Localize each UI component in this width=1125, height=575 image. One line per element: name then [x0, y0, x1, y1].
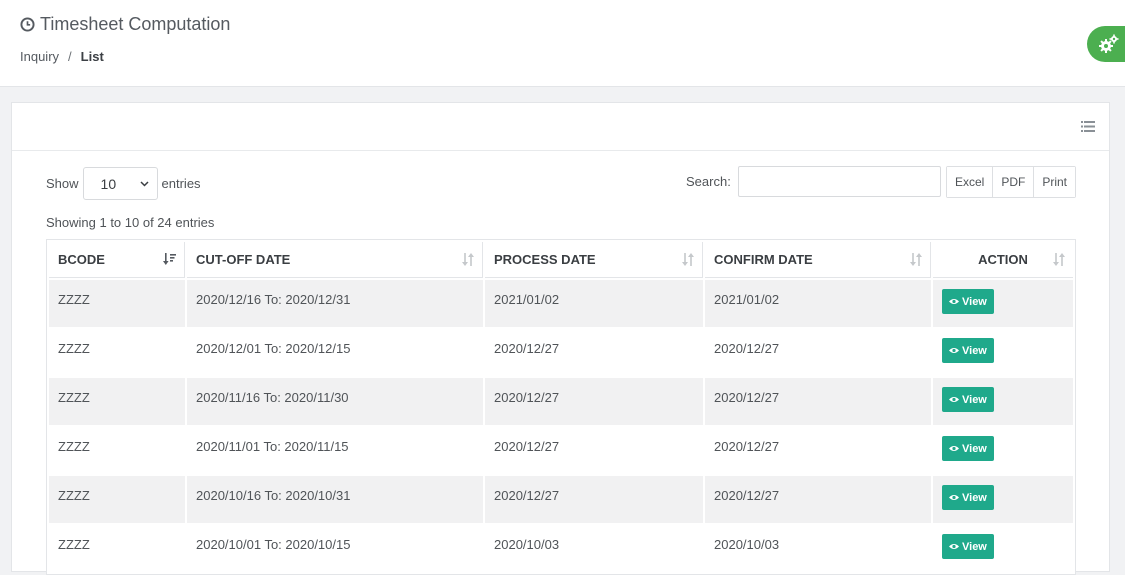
cell-process-date: 2020/12/27 [485, 329, 703, 376]
breadcrumb-list: List [80, 49, 104, 64]
cell-action: View [933, 280, 1073, 327]
table-row: ZZZZ 2020/12/01 To: 2020/12/15 2020/12/2… [49, 329, 1073, 376]
table-row: ZZZZ 2020/10/01 To: 2020/10/15 2020/10/0… [49, 525, 1073, 572]
cell-cutoff-date: 2020/12/16 To: 2020/12/31 [187, 280, 483, 327]
cell-confirm-date: 2020/12/27 [705, 476, 931, 523]
column-header-action[interactable]: ACTION [933, 242, 1073, 278]
sort-icon [682, 253, 694, 266]
table-card: Show 10 entries Search: Excel PDF Print … [11, 102, 1110, 575]
view-button-label: View [962, 540, 987, 553]
view-button-label: View [962, 442, 987, 455]
excel-button[interactable]: Excel [947, 167, 994, 197]
cell-cutoff-date: 2020/12/01 To: 2020/12/15 [187, 329, 483, 376]
cell-confirm-date: 2020/10/03 [705, 525, 931, 572]
cell-cutoff-date: 2020/10/16 To: 2020/10/31 [187, 476, 483, 523]
settings-fab-button[interactable] [1087, 26, 1125, 62]
cell-bcode: ZZZZ [49, 525, 185, 572]
cell-action: View [933, 427, 1073, 474]
view-button[interactable]: View [942, 534, 994, 559]
page-length-control: Show 10 entries [46, 167, 201, 200]
column-header-process-date[interactable]: PROCESS DATE [485, 242, 703, 278]
cell-action: View [933, 378, 1073, 425]
search-label: Search: [686, 174, 731, 189]
cell-confirm-date: 2020/12/27 [705, 329, 931, 376]
breadcrumb-inquiry[interactable]: Inquiry [20, 49, 59, 64]
view-button-label: View [962, 491, 987, 504]
column-header-confirm-date[interactable]: CONFIRM DATE [705, 242, 931, 278]
column-header-cutoff-date[interactable]: CUT-OFF DATE [187, 242, 483, 278]
table-row: ZZZZ 2020/10/16 To: 2020/10/31 2020/12/2… [49, 476, 1073, 523]
table-body: ZZZZ 2020/12/16 To: 2020/12/31 2021/01/0… [49, 280, 1073, 572]
sort-icon [462, 253, 474, 266]
search-control: Search: [686, 166, 941, 197]
eye-icon [949, 446, 959, 451]
sort-icon [910, 253, 922, 266]
view-button[interactable]: View [942, 289, 994, 314]
table-info: Showing 1 to 10 of 24 entries [46, 215, 215, 230]
view-button[interactable]: View [942, 436, 994, 461]
table-row: ZZZZ 2020/11/16 To: 2020/11/30 2020/12/2… [49, 378, 1073, 425]
cell-bcode: ZZZZ [49, 378, 185, 425]
eye-icon [949, 348, 959, 353]
chevron-down-icon [140, 180, 149, 187]
table-header-row: BCODE CUT-OFF DATE PROCESS DATE CONFIRM … [49, 242, 1073, 278]
cell-confirm-date: 2020/12/27 [705, 378, 931, 425]
cell-cutoff-date: 2020/10/01 To: 2020/10/15 [187, 525, 483, 572]
page-title-text: Timesheet Computation [40, 14, 231, 34]
timesheet-table: BCODE CUT-OFF DATE PROCESS DATE CONFIRM … [46, 239, 1076, 575]
eye-icon [949, 544, 959, 549]
cell-process-date: 2021/01/02 [485, 280, 703, 327]
cell-action: View [933, 476, 1073, 523]
cell-bcode: ZZZZ [49, 280, 185, 327]
page-title: Timesheet Computation [20, 14, 230, 35]
print-button[interactable]: Print [1034, 167, 1076, 197]
list-icon[interactable] [1081, 121, 1095, 132]
view-button-label: View [962, 295, 987, 308]
cell-confirm-date: 2020/12/27 [705, 427, 931, 474]
column-header-label: ACTION [978, 252, 1028, 267]
view-button-label: View [962, 344, 987, 357]
column-header-bcode[interactable]: BCODE [49, 242, 185, 278]
sort-icon [1053, 253, 1065, 266]
column-header-label: PROCESS DATE [494, 252, 596, 267]
export-button-group: Excel PDF Print [946, 166, 1077, 198]
page-length-select[interactable]: 10 [82, 167, 158, 200]
search-input[interactable] [737, 166, 941, 197]
cell-confirm-date: 2021/01/02 [705, 280, 931, 327]
view-button-label: View [962, 393, 987, 406]
page-header: Timesheet Computation Inquiry / List [0, 0, 1125, 87]
view-button[interactable]: View [942, 387, 994, 412]
cell-bcode: ZZZZ [49, 427, 185, 474]
cell-process-date: 2020/12/27 [485, 476, 703, 523]
pdf-button[interactable]: PDF [993, 167, 1035, 197]
breadcrumb-separator: / [68, 49, 72, 64]
page-length-value: 10 [100, 175, 117, 192]
cell-action: View [933, 329, 1073, 376]
cell-bcode: ZZZZ [49, 329, 185, 376]
cell-action: View [933, 525, 1073, 572]
eye-icon [949, 495, 959, 500]
cell-bcode: ZZZZ [49, 476, 185, 523]
column-header-label: CONFIRM DATE [714, 252, 813, 267]
table-row: ZZZZ 2020/12/16 To: 2020/12/31 2021/01/0… [49, 280, 1073, 327]
clock-icon [20, 17, 35, 32]
view-button[interactable]: View [942, 338, 994, 363]
column-header-label: CUT-OFF DATE [196, 252, 291, 267]
column-header-label: BCODE [58, 252, 105, 267]
cell-process-date: 2020/12/27 [485, 427, 703, 474]
breadcrumb: Inquiry / List [20, 49, 104, 64]
entries-label: entries [161, 176, 201, 191]
cell-cutoff-date: 2020/11/01 To: 2020/11/15 [187, 427, 483, 474]
sort-desc-icon [163, 253, 176, 265]
eye-icon [949, 299, 959, 304]
cell-cutoff-date: 2020/11/16 To: 2020/11/30 [187, 378, 483, 425]
show-label: Show [46, 176, 79, 191]
view-button[interactable]: View [942, 485, 994, 510]
cell-process-date: 2020/10/03 [485, 525, 703, 572]
gears-icon [1099, 34, 1119, 53]
cell-process-date: 2020/12/27 [485, 378, 703, 425]
eye-icon [949, 397, 959, 402]
table-row: ZZZZ 2020/11/01 To: 2020/11/15 2020/12/2… [49, 427, 1073, 474]
card-header [12, 103, 1109, 151]
